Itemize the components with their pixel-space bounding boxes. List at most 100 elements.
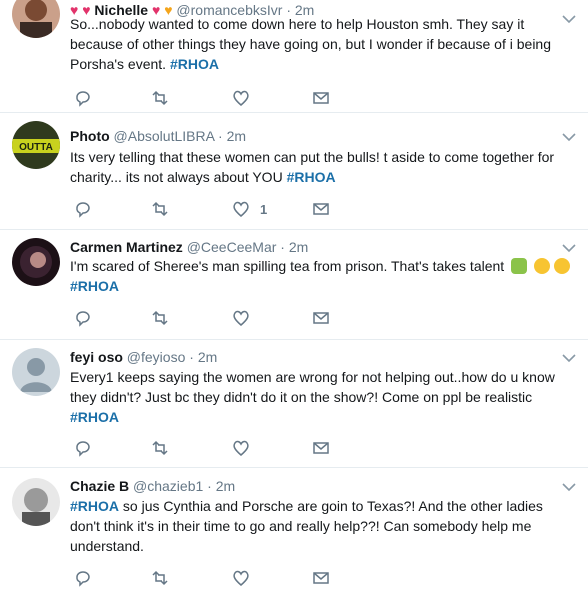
hashtag-link[interactable]: #RHOA xyxy=(287,169,336,185)
tweet-text-content: so jus Cynthia and Porsche are goin to T… xyxy=(70,498,543,554)
separator-dot: · xyxy=(207,478,212,494)
reply-icon xyxy=(76,91,90,107)
reply-icon xyxy=(76,202,90,218)
avatar-logo-text: OUTTA xyxy=(19,142,53,153)
hashtag-link[interactable]: #RHOA xyxy=(70,498,119,514)
tweet-actions xyxy=(70,438,370,458)
caret-down-icon[interactable] xyxy=(562,353,576,363)
reply-button[interactable] xyxy=(74,88,92,108)
user-handle[interactable]: @chazieb1 xyxy=(133,478,203,494)
retweet-icon xyxy=(152,570,168,586)
direct-message-icon xyxy=(313,572,329,584)
timestamp[interactable]: 2m xyxy=(289,239,308,255)
reply-button[interactable] xyxy=(74,308,92,328)
separator-dot: · xyxy=(280,239,285,255)
tweet-text-content: So...nobody wanted to come down here to … xyxy=(70,16,551,72)
tweet[interactable]: feyi oso @feyioso · 2m Every1 keeps sayi… xyxy=(0,340,588,468)
retweet-button[interactable] xyxy=(151,88,169,108)
tweet-actions xyxy=(70,568,370,588)
timestamp[interactable]: 2m xyxy=(227,128,246,144)
hashtag-link[interactable]: #RHOA xyxy=(170,56,219,72)
default-avatar-icon xyxy=(12,348,60,396)
tweet-text-content: Every1 keeps saying the women are wrong … xyxy=(70,369,555,405)
direct-message-icon xyxy=(313,312,329,324)
retweet-button[interactable] xyxy=(151,568,169,588)
like-button[interactable]: 1 xyxy=(232,199,267,219)
reply-icon xyxy=(76,311,90,327)
tweet[interactable]: Chazie B @chazieb1 · 2m #RHOA so jus Cyn… xyxy=(0,468,588,603)
avatar-image: OUTTA xyxy=(12,121,60,169)
timestamp[interactable]: 2m xyxy=(216,478,235,494)
reply-button[interactable] xyxy=(74,568,92,588)
like-count: 1 xyxy=(260,201,268,217)
like-icon xyxy=(233,201,249,217)
retweet-icon xyxy=(152,201,168,217)
direct-message-button[interactable] xyxy=(312,308,330,328)
avatar-image xyxy=(12,238,60,286)
reply-button[interactable] xyxy=(74,438,92,458)
like-icon xyxy=(233,310,249,326)
tweet-header: Chazie B @chazieb1 · 2m xyxy=(70,476,558,496)
tweet-header: feyi oso @feyioso · 2m xyxy=(70,347,558,367)
laughing-emoji-icon xyxy=(533,258,550,274)
direct-message-button[interactable] xyxy=(312,568,330,588)
tweet-actions xyxy=(70,88,370,108)
tweet-text: So...nobody wanted to come down here to … xyxy=(70,14,575,74)
user-handle[interactable]: @AbsolutLIBRA xyxy=(114,128,215,144)
retweet-icon xyxy=(152,440,168,456)
retweet-icon xyxy=(152,90,168,106)
direct-message-icon xyxy=(313,92,329,104)
like-button[interactable] xyxy=(232,88,260,108)
tweet-text: I'm scared of Sheree's man spilling tea … xyxy=(70,256,575,296)
reply-button[interactable] xyxy=(74,199,92,219)
user-handle[interactable]: @CeeCeeMar xyxy=(187,239,277,255)
caret-down-icon[interactable] xyxy=(562,482,576,492)
like-icon xyxy=(233,90,249,106)
direct-message-button[interactable] xyxy=(312,88,330,108)
display-name[interactable]: feyi oso xyxy=(70,349,123,365)
like-button[interactable] xyxy=(232,438,260,458)
retweet-button[interactable] xyxy=(151,308,169,328)
reply-icon xyxy=(76,441,90,457)
avatar[interactable] xyxy=(12,238,60,286)
caret-down-icon[interactable] xyxy=(562,132,576,142)
direct-message-button[interactable] xyxy=(312,438,330,458)
timestamp[interactable]: 2m xyxy=(198,349,217,365)
display-name[interactable]: Carmen Martinez xyxy=(70,239,183,255)
separator-dot: · xyxy=(189,349,194,365)
avatar[interactable] xyxy=(12,0,60,38)
avatar-image xyxy=(12,478,60,526)
retweet-button[interactable] xyxy=(151,199,169,219)
hashtag-link[interactable]: #RHOA xyxy=(70,278,119,294)
user-handle[interactable]: @feyioso xyxy=(127,349,186,365)
tweet[interactable]: Carmen Martinez @CeeCeeMar · 2m I'm scar… xyxy=(0,230,588,340)
display-name[interactable]: Photo xyxy=(70,128,110,144)
tweet-text: #RHOA so jus Cynthia and Porsche are goi… xyxy=(70,496,575,556)
caret-down-icon[interactable] xyxy=(562,243,576,253)
direct-message-icon xyxy=(313,442,329,454)
laughing-emoji-icon xyxy=(553,258,570,274)
tweet-text: Its very telling that these women can pu… xyxy=(70,147,575,187)
like-button[interactable] xyxy=(232,568,260,588)
hashtag-link[interactable]: #RHOA xyxy=(70,409,119,425)
retweet-icon xyxy=(152,310,168,326)
tweet-text: Every1 keeps saying the women are wrong … xyxy=(70,367,575,427)
tea-emoji-icon xyxy=(511,258,528,274)
display-name[interactable]: Chazie B xyxy=(70,478,129,494)
tweet-header: Photo @AbsolutLIBRA · 2m xyxy=(70,126,558,146)
direct-message-icon xyxy=(313,203,329,215)
direct-message-button[interactable] xyxy=(312,199,330,219)
avatar-image xyxy=(12,0,60,38)
tweet[interactable]: OUTTA Photo @AbsolutLIBRA · 2m Its very … xyxy=(0,113,588,230)
tweet-actions: 1 xyxy=(70,199,370,219)
tweet-actions xyxy=(70,308,370,328)
tweet-header: Carmen Martinez @CeeCeeMar · 2m xyxy=(70,237,558,257)
like-button[interactable] xyxy=(232,308,260,328)
retweet-button[interactable] xyxy=(151,438,169,458)
avatar[interactable]: OUTTA xyxy=(12,121,60,169)
like-icon xyxy=(233,440,249,456)
separator-dot: · xyxy=(218,128,223,144)
avatar[interactable] xyxy=(12,348,60,396)
avatar[interactable] xyxy=(12,478,60,526)
tweet[interactable]: ♥ ♥ Nichelle ♥ ♥ @romancebksIvr · 2m So.… xyxy=(0,0,588,113)
